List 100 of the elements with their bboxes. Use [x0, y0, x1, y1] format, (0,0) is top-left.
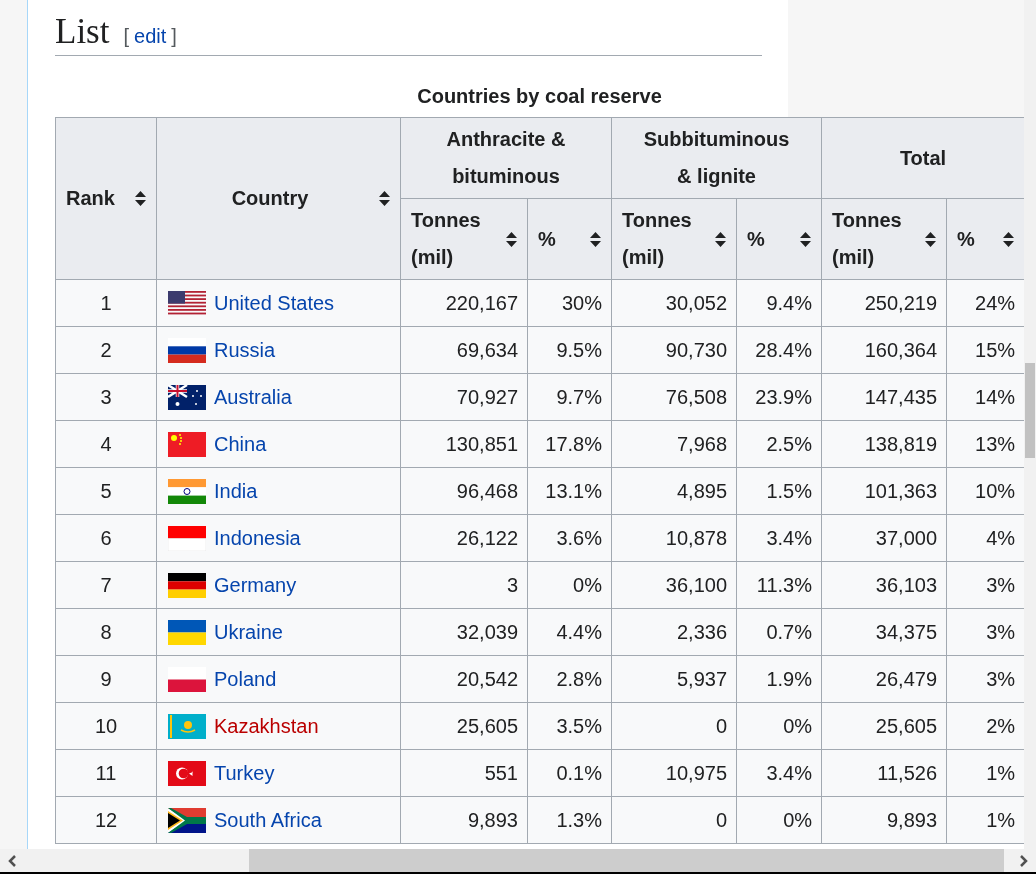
- table-cell: 101,363: [821, 467, 947, 515]
- table-cell: 147,435: [821, 373, 947, 421]
- table-cell: 13.1%: [527, 467, 612, 515]
- table-caption: Countries by coal reserve: [417, 85, 662, 108]
- table-cell: 250,219: [821, 279, 947, 327]
- sort-icon: [715, 231, 726, 247]
- table-cell: 3: [55, 373, 157, 421]
- country-link[interactable]: Poland: [214, 667, 277, 691]
- table-cell: 9,893: [821, 796, 947, 844]
- table-cell: 26,122: [400, 514, 528, 562]
- table-cell: 30,052: [611, 279, 737, 327]
- sort-icon: [800, 231, 812, 247]
- table-cell: 1.3%: [527, 796, 612, 844]
- sort-icon: [1003, 231, 1015, 247]
- scroll-right-icon[interactable]: [1020, 854, 1028, 867]
- table-cell: 90,730: [611, 326, 737, 374]
- table-cell: 160,364: [821, 326, 947, 374]
- table-cell: 2.8%: [527, 655, 612, 703]
- table-cell: 96,468: [400, 467, 528, 515]
- edit-link[interactable]: edit: [134, 25, 167, 48]
- table-cell: 0.1%: [527, 749, 612, 797]
- country-link[interactable]: Australia: [214, 385, 292, 409]
- table-cell: 551: [400, 749, 528, 797]
- table-cell: 2.5%: [736, 420, 822, 468]
- column-header[interactable]: %: [736, 198, 822, 280]
- table-cell: 7: [55, 561, 157, 609]
- table-cell: 4: [55, 420, 157, 468]
- table-cell: 0%: [736, 702, 822, 750]
- column-header[interactable]: Rank: [55, 117, 157, 280]
- flag-icon: [168, 666, 206, 692]
- table-cell: 0.7%: [736, 608, 822, 656]
- table-cell: 11,526: [821, 749, 947, 797]
- country-link[interactable]: Ukraine: [214, 620, 283, 644]
- table-cell: 25,605: [400, 702, 528, 750]
- table-cell: 3.6%: [527, 514, 612, 562]
- flag-icon: [168, 337, 206, 363]
- table-cell: 11.3%: [736, 561, 822, 609]
- flag-icon: [168, 478, 206, 504]
- table-cell: 3.5%: [527, 702, 612, 750]
- table-cell: 130,851: [400, 420, 528, 468]
- country-link[interactable]: Indonesia: [214, 526, 301, 550]
- bracket: [: [123, 25, 129, 48]
- table-cell: 23.9%: [736, 373, 822, 421]
- section-heading: List: [55, 12, 110, 52]
- sort-icon: [379, 191, 390, 206]
- table-cell: 0%: [736, 796, 822, 844]
- table-cell: 0: [611, 796, 737, 844]
- table-cell: 25,605: [821, 702, 947, 750]
- table-cell: 4,895: [611, 467, 737, 515]
- table-cell: 11: [55, 749, 157, 797]
- scroll-left-icon[interactable]: [8, 854, 16, 867]
- flag-icon: [168, 384, 206, 410]
- table-cell: 10: [55, 702, 157, 750]
- table-cell: 3.4%: [736, 749, 822, 797]
- table-cell: 5: [55, 467, 157, 515]
- country-link[interactable]: Turkey: [214, 761, 275, 785]
- flag-icon: [168, 525, 206, 551]
- vertical-scrollbar[interactable]: [1024, 0, 1036, 849]
- country-link[interactable]: Germany: [214, 573, 297, 597]
- sort-icon: [135, 191, 146, 206]
- table-cell: 4.4%: [527, 608, 612, 656]
- column-header[interactable]: Tonnes (mil): [821, 198, 947, 280]
- horizontal-scrollbar[interactable]: [0, 849, 1036, 874]
- flag-icon: [168, 431, 206, 457]
- table-cell: 12: [55, 796, 157, 844]
- country-link[interactable]: China: [214, 432, 267, 456]
- flag-icon: [168, 807, 206, 833]
- table-cell: 5,937: [611, 655, 737, 703]
- column-header[interactable]: Tonnes (mil): [611, 198, 737, 280]
- table-cell: 1.9%: [736, 655, 822, 703]
- table-cell: 26,479: [821, 655, 947, 703]
- table-cell: 10,975: [611, 749, 737, 797]
- scrollbar-thumb[interactable]: [1025, 363, 1035, 458]
- table-cell: 2: [55, 326, 157, 374]
- flag-icon: [168, 619, 206, 645]
- flag-icon: [168, 713, 206, 739]
- table-cell: 8: [55, 608, 157, 656]
- country-link[interactable]: India: [214, 479, 258, 503]
- bracket: ]: [171, 25, 177, 48]
- sort-icon: [590, 231, 601, 247]
- table-cell: 9.7%: [527, 373, 612, 421]
- table-cell: 69,634: [400, 326, 528, 374]
- country-link[interactable]: Russia: [214, 338, 276, 362]
- scrollbar-thumb[interactable]: [249, 849, 1004, 872]
- table-cell: 20,542: [400, 655, 528, 703]
- column-header[interactable]: Country: [156, 117, 401, 280]
- table-cell: 6: [55, 514, 157, 562]
- column-header[interactable]: %: [527, 198, 612, 280]
- table-cell: 36,103: [821, 561, 947, 609]
- column-header[interactable]: Tonnes (mil): [400, 198, 528, 280]
- table-cell: 28.4%: [736, 326, 822, 374]
- table-cell: 0: [611, 702, 737, 750]
- table-cell: 17.8%: [527, 420, 612, 468]
- table-cell: 1: [55, 279, 157, 327]
- column-header[interactable]: %: [946, 198, 1024, 280]
- table-cell: 34,375: [821, 608, 947, 656]
- flag-icon: [168, 572, 206, 598]
- table-cell: 30%: [527, 279, 612, 327]
- table-cell: 10,878: [611, 514, 737, 562]
- column-group-header: Subbituminous & lignite: [611, 117, 822, 199]
